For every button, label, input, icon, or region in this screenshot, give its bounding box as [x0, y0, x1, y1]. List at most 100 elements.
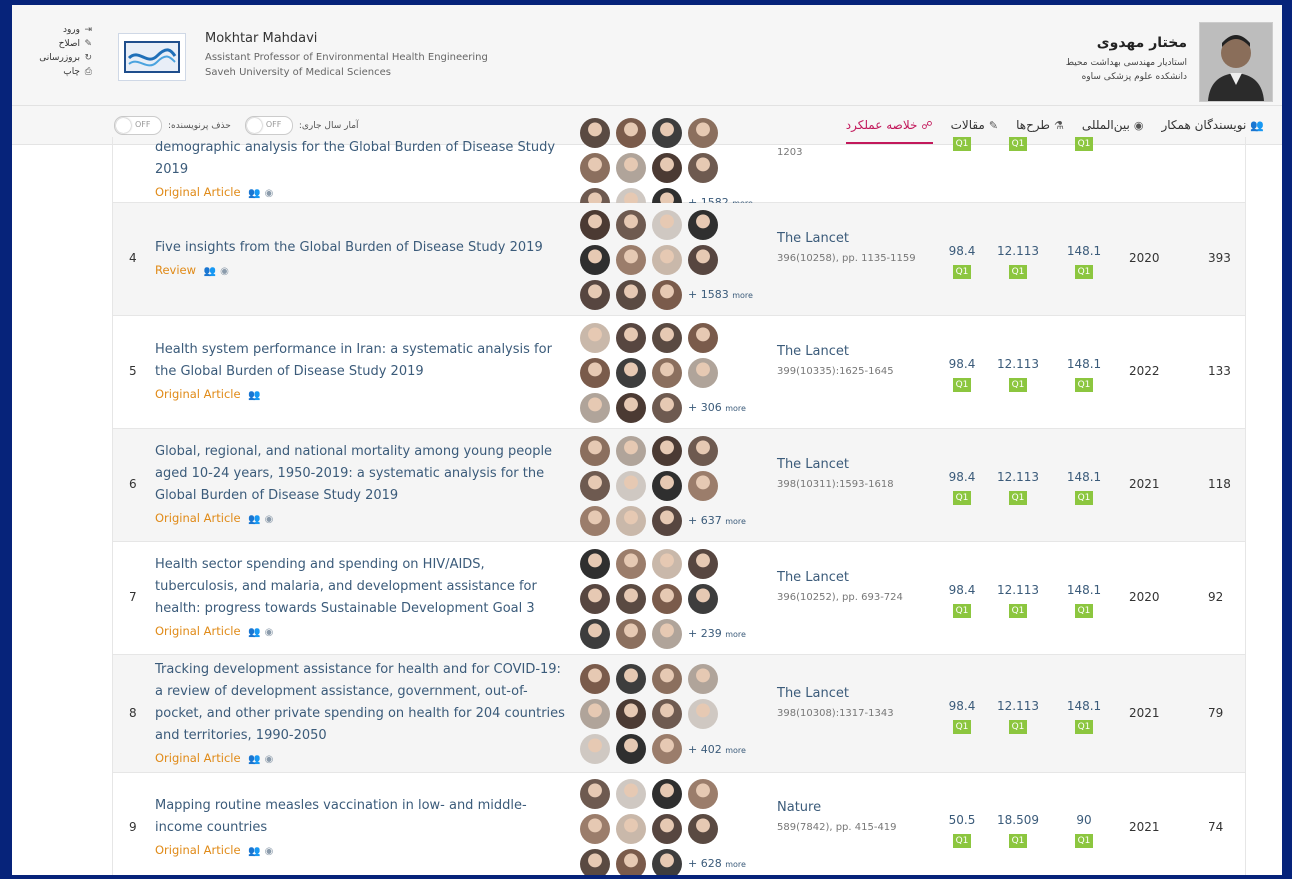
avatar[interactable]	[652, 279, 682, 310]
more-coauthors-link[interactable]: + 402 more	[688, 743, 746, 756]
avatar[interactable]	[616, 392, 646, 423]
journal-name[interactable]: The Lancet	[777, 229, 927, 249]
avatar[interactable]	[580, 392, 610, 423]
avatar[interactable]	[688, 357, 718, 388]
journal-name[interactable]: The Lancet	[777, 455, 927, 475]
toggle-remove-prolific[interactable]: حذف پرنویسنده: OFF	[114, 116, 231, 135]
avatar[interactable]	[688, 244, 718, 275]
avatar[interactable]	[616, 734, 646, 764]
avatar[interactable]	[616, 664, 646, 694]
more-count[interactable]: + 628	[688, 857, 722, 870]
article-title-text[interactable]: Five insights from the Global Burden of …	[155, 240, 543, 255]
journal-name[interactable]: Nature	[777, 798, 927, 818]
article-title[interactable]: demographic analysis for the Global Burd…	[155, 137, 565, 205]
more-coauthors-link[interactable]: + 628 more	[688, 857, 746, 870]
avatar[interactable]	[652, 392, 682, 423]
avatar[interactable]	[688, 117, 718, 148]
avatar[interactable]	[688, 699, 718, 729]
avatar[interactable]	[580, 357, 610, 388]
avatar[interactable]	[688, 813, 718, 844]
avatar[interactable]	[652, 117, 682, 148]
avatar[interactable]	[688, 435, 718, 466]
avatar[interactable]	[580, 618, 610, 649]
avatar[interactable]	[652, 664, 682, 694]
avatar[interactable]	[652, 470, 682, 501]
article-title-text[interactable]: Health sector spending and spending on H…	[155, 557, 537, 616]
avatar[interactable]	[652, 848, 682, 875]
toggle-current-year[interactable]: آمار سال جاری: OFF	[244, 116, 359, 135]
avatar[interactable]	[616, 244, 646, 275]
more-coauthors-link[interactable]: + 637 more	[688, 514, 746, 527]
more-coauthors-link[interactable]: + 1583 more	[688, 288, 753, 301]
more-label[interactable]: more	[725, 860, 746, 869]
avatar[interactable]	[688, 209, 718, 240]
more-label[interactable]: more	[725, 630, 746, 639]
avatar[interactable]	[652, 734, 682, 764]
avatar[interactable]	[580, 435, 610, 466]
toggle-switch[interactable]: OFF	[244, 116, 293, 135]
more-count[interactable]: + 402	[688, 743, 722, 756]
avatar[interactable]	[688, 664, 718, 694]
avatar[interactable]	[580, 209, 610, 240]
article-title[interactable]: Five insights from the Global Burden of …	[155, 237, 565, 283]
avatar[interactable]	[580, 322, 610, 353]
article-title[interactable]: Mapping routine measles vaccination in l…	[155, 795, 565, 863]
avatar[interactable]	[652, 778, 682, 809]
avatar[interactable]	[616, 470, 646, 501]
article-title-text[interactable]: Tracking development assistance for heal…	[155, 662, 565, 743]
avatar[interactable]	[580, 664, 610, 694]
journal-name[interactable]: The Lancet	[777, 568, 927, 588]
more-label[interactable]: more	[725, 404, 746, 413]
journal-name[interactable]: The Lancet	[777, 684, 927, 704]
article-title-text[interactable]: demographic analysis for the Global Burd…	[155, 140, 555, 177]
avatar[interactable]	[616, 357, 646, 388]
avatar[interactable]	[580, 778, 610, 809]
avatar[interactable]	[652, 505, 682, 536]
more-label[interactable]: more	[732, 291, 753, 300]
avatar[interactable]	[652, 244, 682, 275]
avatar[interactable]	[580, 279, 610, 310]
more-label[interactable]: more	[725, 746, 746, 755]
article-title-text[interactable]: Health system performance in Iran: a sys…	[155, 342, 552, 379]
avatar[interactable]	[652, 357, 682, 388]
avatar[interactable]	[616, 505, 646, 536]
avatar[interactable]	[580, 734, 610, 764]
avatar[interactable]	[652, 435, 682, 466]
action-print[interactable]: ⎙ چاپ	[32, 65, 92, 79]
article-title[interactable]: Tracking development assistance for heal…	[155, 659, 565, 771]
avatar[interactable]	[688, 322, 718, 353]
avatar[interactable]	[616, 279, 646, 310]
avatar[interactable]	[580, 699, 610, 729]
avatar[interactable]	[616, 117, 646, 148]
article-title-text[interactable]: Mapping routine measles vaccination in l…	[155, 798, 527, 835]
avatar[interactable]	[616, 699, 646, 729]
avatar[interactable]	[688, 548, 718, 579]
avatar[interactable]	[616, 813, 646, 844]
avatar[interactable]	[580, 152, 610, 183]
more-count[interactable]: + 637	[688, 514, 722, 527]
journal-name[interactable]: The Lancet	[777, 342, 927, 362]
avatar[interactable]	[652, 813, 682, 844]
avatar[interactable]	[580, 848, 610, 875]
avatar[interactable]	[616, 152, 646, 183]
avatar[interactable]	[652, 322, 682, 353]
avatar[interactable]	[652, 618, 682, 649]
avatar[interactable]	[580, 583, 610, 614]
avatar[interactable]	[580, 813, 610, 844]
avatar[interactable]	[616, 322, 646, 353]
avatar[interactable]	[580, 117, 610, 148]
avatar[interactable]	[652, 548, 682, 579]
avatar[interactable]	[652, 209, 682, 240]
avatar[interactable]	[616, 618, 646, 649]
more-count[interactable]: + 306	[688, 401, 722, 414]
action-sign-in[interactable]: ⇥ ورود	[32, 23, 92, 37]
article-title-text[interactable]: Global, regional, and national mortality…	[155, 444, 552, 503]
avatar[interactable]	[580, 548, 610, 579]
article-title[interactable]: Health sector spending and spending on H…	[155, 554, 565, 644]
avatar[interactable]	[616, 435, 646, 466]
more-count[interactable]: + 239	[688, 627, 722, 640]
avatar[interactable]	[652, 583, 682, 614]
more-count[interactable]: + 1583	[688, 288, 729, 301]
avatar[interactable]	[652, 699, 682, 729]
article-title[interactable]: Health system performance in Iran: a sys…	[155, 339, 565, 407]
